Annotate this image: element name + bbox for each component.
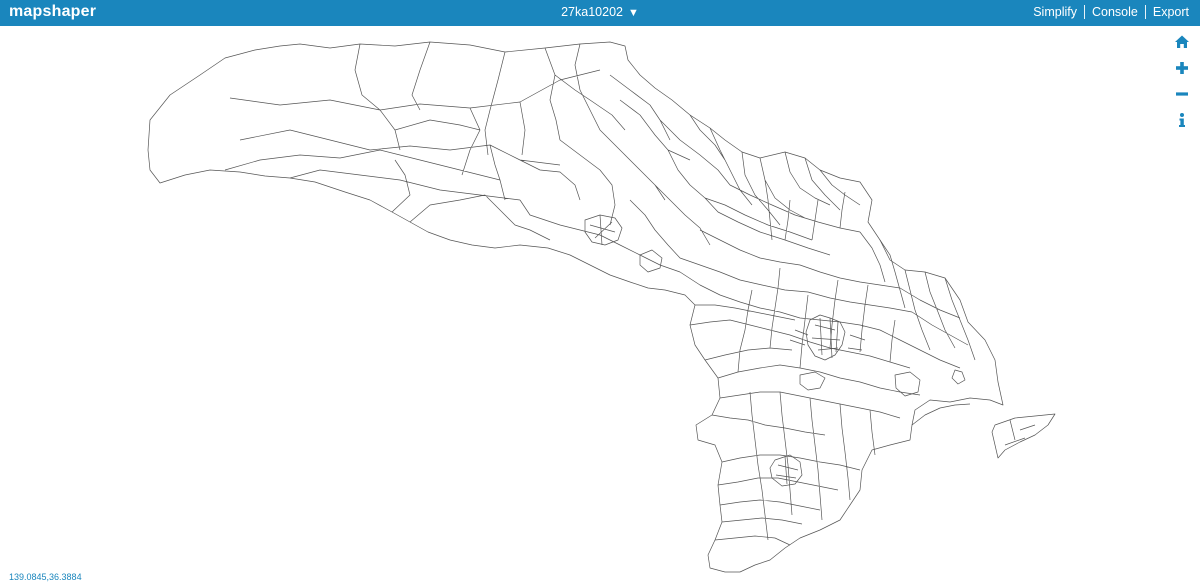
console-button[interactable]: Console xyxy=(1092,5,1138,19)
info-icon[interactable] xyxy=(1174,112,1190,128)
map-canvas[interactable] xyxy=(0,26,1200,588)
home-icon[interactable] xyxy=(1174,34,1190,50)
urban-cluster-east xyxy=(894,369,966,397)
zoom-in-icon[interactable] xyxy=(1174,60,1190,76)
menu-divider xyxy=(1083,5,1085,19)
region-boundary-outer xyxy=(147,41,1004,573)
layer-selector[interactable]: 27ka10202 ▼ xyxy=(0,5,1200,19)
layer-name-label: 27ka10202 xyxy=(561,5,623,19)
zoom-out-icon[interactable] xyxy=(1174,86,1190,102)
export-button[interactable]: Export xyxy=(1153,5,1189,19)
coordinate-readout: 139.0845,36.3884 xyxy=(9,572,82,582)
main-menu: Simplify Console Export xyxy=(1033,5,1189,19)
menu-divider xyxy=(1144,5,1146,19)
top-bar: mapshaper 27ka10202 ▼ Simplify Console Ex… xyxy=(0,0,1200,26)
map-outlines xyxy=(147,41,1056,573)
chevron-down-icon: ▼ xyxy=(627,7,639,19)
island-internal xyxy=(1004,419,1036,446)
island-boundary xyxy=(991,413,1056,459)
simplify-button[interactable]: Simplify xyxy=(1033,5,1077,19)
map-toolbox xyxy=(1174,34,1190,138)
urban-cluster-south xyxy=(769,454,803,487)
